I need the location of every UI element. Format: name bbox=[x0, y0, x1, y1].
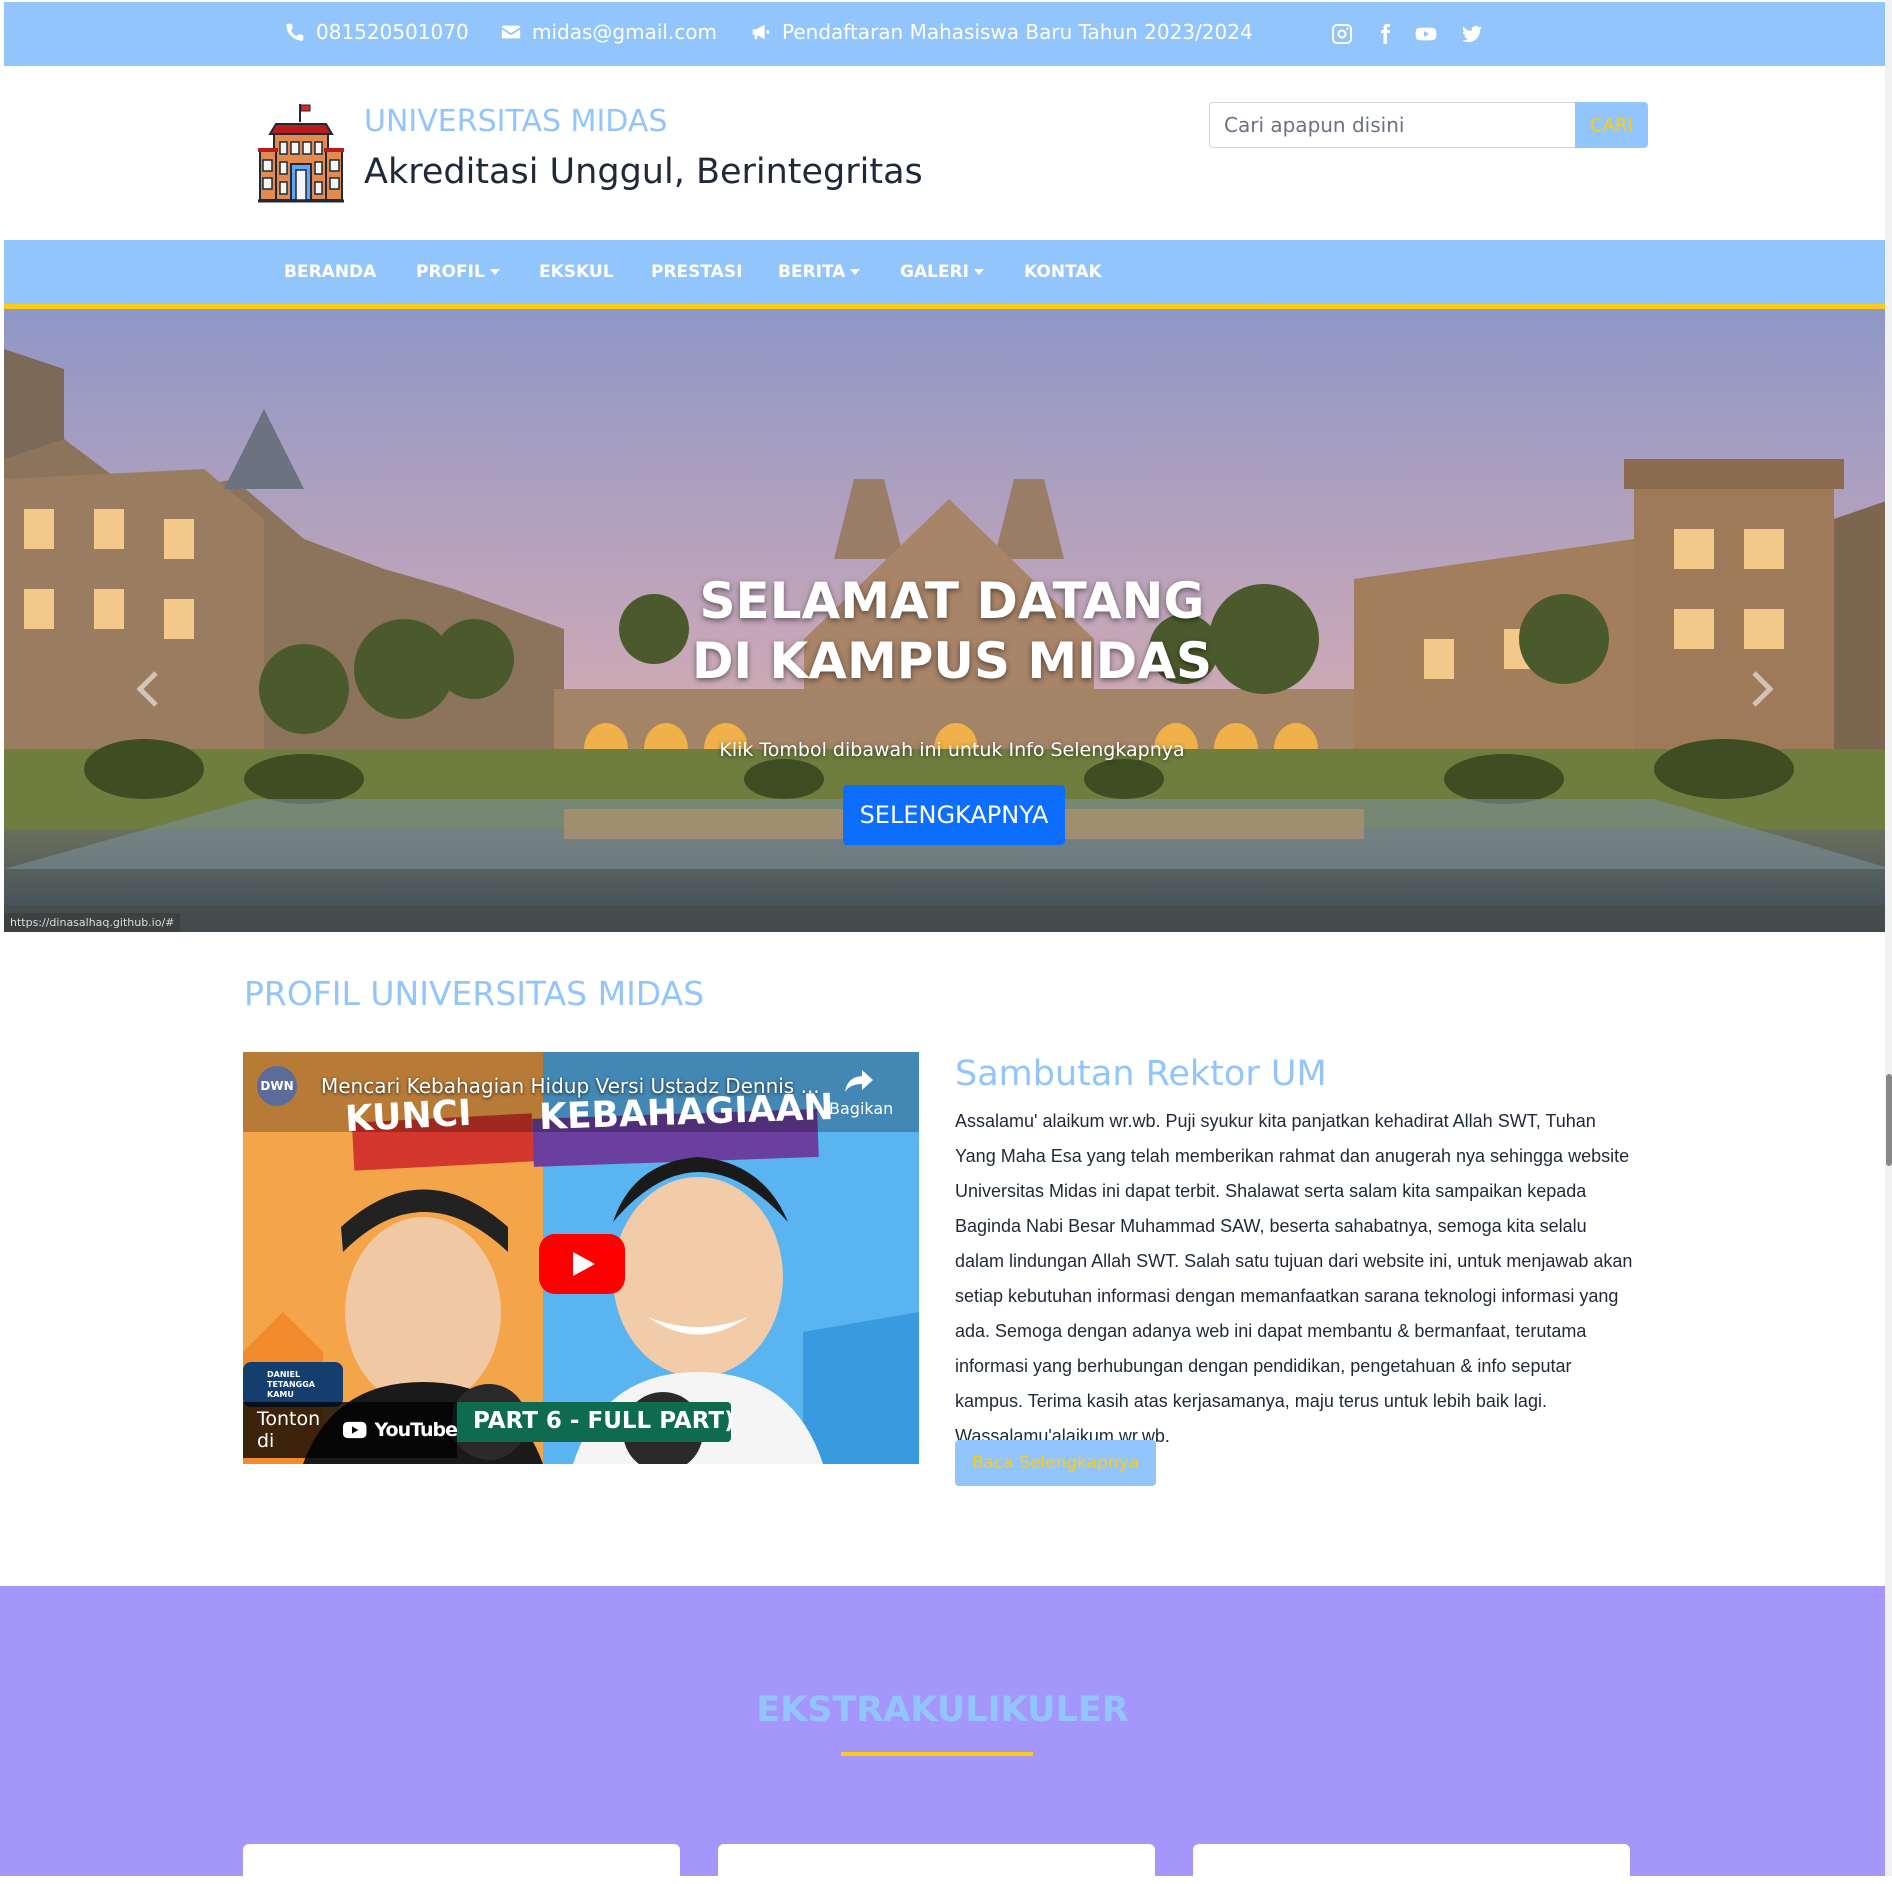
nav-item-beranda[interactable]: BERANDA bbox=[284, 262, 376, 282]
nav-label: EKSKUL bbox=[539, 262, 614, 282]
scrollbar-thumb[interactable] bbox=[1886, 1074, 1892, 1166]
main-navbar: BERANDA PROFIL EKSKUL PRESTASI BERITA GA… bbox=[4, 240, 1892, 309]
channel-name-line1: DANIEL bbox=[267, 1370, 301, 1379]
selengkapnya-button[interactable]: SELENGKAPNYA bbox=[843, 785, 1065, 845]
brand-name[interactable]: UNIVERSITAS MIDAS bbox=[364, 104, 667, 139]
youtube-icon[interactable] bbox=[1414, 22, 1438, 46]
thumbnail-banner: PART 6 - FULL PART) bbox=[473, 1408, 735, 1434]
nav-item-ekskul[interactable]: EKSKUL bbox=[539, 262, 614, 282]
hero-subtitle: Klik Tombol dibawah ini untuk Info Selen… bbox=[719, 739, 1185, 761]
nav-item-kontak[interactable]: KONTAK bbox=[1024, 262, 1102, 282]
nav-item-galeri[interactable]: GALERI bbox=[900, 262, 984, 282]
site-header: UNIVERSITAS MIDAS Akreditasi Unggul, Ber… bbox=[4, 66, 1892, 240]
thumbnail-word-kunci: KUNCI bbox=[344, 1092, 473, 1141]
nav-label: GALERI bbox=[900, 262, 969, 282]
hero-title-line1: SELAMAT DATANG bbox=[699, 572, 1205, 630]
nav-item-prestasi[interactable]: PRESTASI bbox=[651, 262, 742, 282]
hero-title-line2: DI KAMPUS MIDAS bbox=[692, 632, 1212, 690]
announcement-text: Pendaftaran Mahasiswa Baru Tahun 2023/20… bbox=[782, 20, 1253, 44]
share-label: Bagikan bbox=[829, 1099, 894, 1118]
email-contact[interactable]: midas@gmail.com bbox=[500, 20, 717, 44]
facebook-icon[interactable] bbox=[1373, 22, 1397, 46]
ekskul-section-title: EKSTRAKULIKULER bbox=[756, 1690, 1129, 1730]
youtube-logo-icon bbox=[343, 1421, 367, 1439]
watch-on-label: Tonton di bbox=[257, 1408, 321, 1452]
megaphone-icon bbox=[752, 24, 770, 40]
nav-item-profil[interactable]: PROFIL bbox=[416, 262, 500, 282]
announcement[interactable]: Pendaftaran Mahasiswa Baru Tahun 2023/20… bbox=[750, 20, 1253, 44]
channel-avatar[interactable]: DWN bbox=[257, 1066, 297, 1106]
top-info-bar: 081520501070 midas@gmail.com Pendaftaran… bbox=[4, 2, 1892, 66]
channel-name-line3: KAMU bbox=[267, 1390, 294, 1399]
email-address: midas@gmail.com bbox=[532, 20, 718, 44]
phone-icon bbox=[286, 23, 304, 41]
search-input[interactable] bbox=[1209, 102, 1575, 148]
phone-contact[interactable]: 081520501070 bbox=[284, 20, 469, 44]
twitter-icon[interactable] bbox=[1460, 22, 1484, 46]
nav-label: PRESTASI bbox=[651, 262, 743, 282]
title-underline bbox=[841, 1752, 1033, 1756]
share-arrow-icon bbox=[845, 1070, 873, 1092]
rektor-greeting-text: Assalamu' alaikum wr.wb. Puji syukur kit… bbox=[955, 1111, 1633, 1446]
read-more-button[interactable]: Baca Selengkapnya bbox=[955, 1440, 1156, 1486]
channel-name: DANIEL TETANGGA KAMU bbox=[267, 1370, 315, 1400]
profile-section-title: PROFIL UNIVERSITAS MIDAS bbox=[244, 974, 705, 1013]
caret-down-icon bbox=[973, 269, 984, 275]
channel-name-line2: TETANGGA bbox=[267, 1380, 315, 1389]
search-button[interactable]: CARI bbox=[1575, 102, 1648, 148]
play-button-icon[interactable] bbox=[539, 1234, 625, 1294]
brand-tagline: Akreditasi Unggul, Berintegritas bbox=[364, 152, 923, 192]
page-scrollbar[interactable] bbox=[1885, 0, 1892, 1876]
ekskul-card[interactable] bbox=[1193, 1844, 1630, 1884]
hero-carousel: SELAMAT DATANG DI KAMPUS MIDAS Klik Tomb… bbox=[4, 309, 1892, 932]
rektor-greeting-title: Sambutan Rektor UM bbox=[955, 1054, 1327, 1094]
phone-number: 081520501070 bbox=[316, 20, 469, 44]
nav-label: PROFIL bbox=[416, 262, 485, 282]
youtube-wordmark: YouTube bbox=[374, 1419, 458, 1441]
ekskul-card[interactable] bbox=[718, 1844, 1155, 1884]
ekstrakulikuler-section: EKSTRAKULIKULER bbox=[0, 1586, 1885, 1884]
share-button[interactable]: Bagikan bbox=[829, 1068, 894, 1118]
nav-item-berita[interactable]: BERITA bbox=[778, 262, 861, 282]
instagram-icon[interactable] bbox=[1330, 22, 1354, 46]
nav-label: BERITA bbox=[778, 262, 846, 282]
status-url: https://dinasalhaq.github.io/# bbox=[4, 913, 181, 932]
caret-down-icon bbox=[850, 269, 861, 275]
caret-down-icon bbox=[489, 269, 500, 275]
nav-label: BERANDA bbox=[284, 262, 377, 282]
envelope-icon bbox=[501, 25, 521, 39]
nav-label: KONTAK bbox=[1024, 262, 1102, 282]
ekskul-card[interactable] bbox=[243, 1844, 680, 1884]
watch-on-youtube-button[interactable]: Tonton di YouTube bbox=[243, 1402, 458, 1458]
university-building-logo[interactable] bbox=[258, 102, 344, 204]
youtube-video-embed[interactable]: DWN Mencari Kebahagian Hidup Versi Ustad… bbox=[243, 1052, 919, 1464]
